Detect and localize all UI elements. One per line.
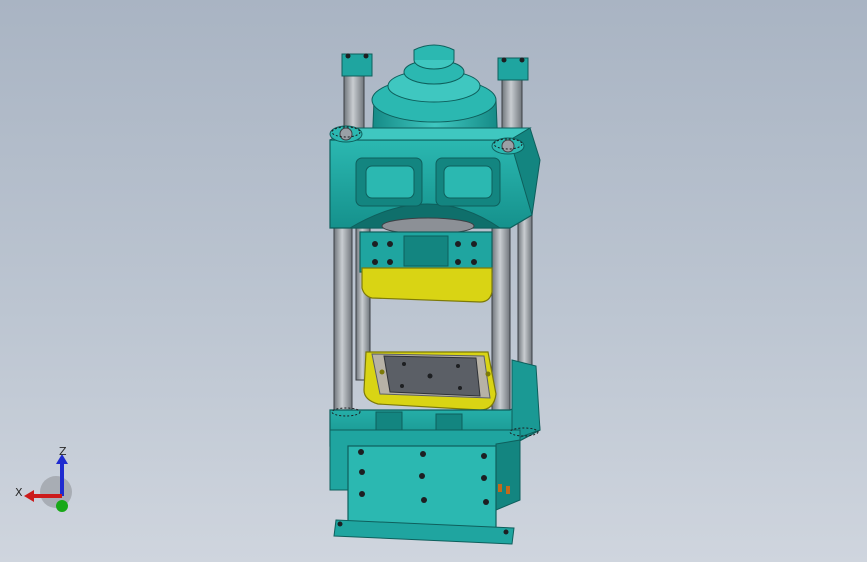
3d-viewport[interactable]: Z X	[0, 0, 867, 562]
orientation-triad[interactable]	[12, 440, 92, 530]
front-panel[interactable]	[333, 445, 515, 545]
z-axis-label: Z	[59, 445, 67, 458]
hydraulic-press-model[interactable]	[0, 0, 867, 562]
x-axis-arrowhead	[24, 490, 34, 502]
y-axis-dot	[56, 500, 68, 512]
upper-crosshead[interactable]	[329, 125, 541, 229]
lower-die-assembly[interactable]	[363, 351, 497, 411]
moving-platen[interactable]	[359, 231, 493, 303]
x-axis-label: X	[15, 486, 23, 499]
